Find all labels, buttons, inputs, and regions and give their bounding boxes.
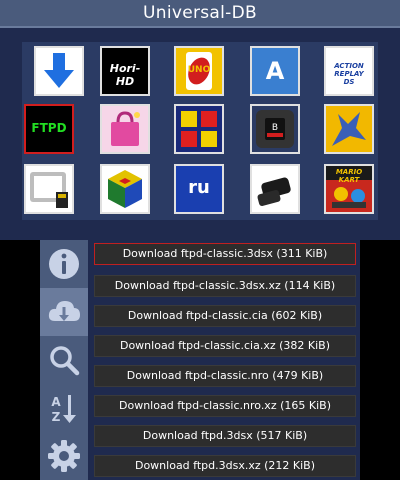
tile-four-squares[interactable] [174,104,224,154]
download-row[interactable]: Download ftpd-classic.3dsx.xz (114 KiB) [94,275,356,297]
four-colored-squares-icon [181,111,217,147]
game-console-device-icon [257,177,291,206]
kart-art-icon [332,187,366,208]
shopping-bag-icon [111,111,140,146]
letter-a-icon: A [265,57,285,85]
top-screen: Universal-DB Hori-HD UNO A ACTION REPLAY… [0,0,400,240]
info-button[interactable] [40,240,88,288]
tile-appstore[interactable]: A [250,46,300,96]
tile-ftpd[interactable]: FTPD [24,104,74,154]
tile-console-device[interactable] [250,164,300,214]
tile-n64-cube[interactable] [100,164,150,214]
tile-console-badge[interactable]: B [250,104,300,154]
uno-text: UNO [187,65,211,75]
n64-cube-icon [108,170,142,208]
action-replay-ds-logo-icon: ACTION REPLAY DS [334,62,364,86]
window-sd-card-icon [30,172,68,208]
download-row[interactable]: Download ftpd-classic.nro (479 KiB) [94,365,356,387]
ru-logo-icon: ru [188,177,210,198]
download-row[interactable]: Download ftpd.3dsx.xz (212 KiB) [94,455,356,477]
download-button[interactable] [40,288,88,336]
app-title: Universal-DB [143,3,257,23]
download-row[interactable]: Download ftpd.3dsx (517 KiB) [94,425,356,447]
cloud-download-icon [48,301,80,321]
download-row[interactable]: Download ftpd-classic.nro.xz (165 KiB) [94,395,356,417]
info-icon [49,249,79,279]
gear-icon [48,440,80,472]
tile-shop-bag[interactable] [100,104,150,154]
tile-mario-kart[interactable]: MARIO KART [324,164,374,214]
search-icon [50,346,80,376]
tile-blue-creature[interactable] [324,104,374,154]
hori-hd-logo-icon: Hori-HD [109,62,141,88]
download-row[interactable]: Download ftpd-classic.cia.xz (382 KiB) [94,335,356,357]
blue-creature-icon [332,112,366,146]
search-button[interactable] [40,336,88,384]
svg-text:A: A [51,395,61,409]
title-bar: Universal-DB [0,0,400,28]
console-badge-icon: B [256,110,294,148]
sort-az-icon: A Z [51,395,76,424]
bottom-screen: A Z Download ftpd-classic.3dsx (311 KiB) [40,240,360,480]
tile-window-sd[interactable] [24,164,74,214]
blue-download-arrow-icon [44,53,74,88]
svg-text:Z: Z [52,410,61,424]
tile-download-arrow[interactable] [34,46,84,96]
app-grid: Hori-HD UNO A ACTION REPLAY DS FTPD B ru… [22,42,378,220]
svg-text:B: B [272,123,278,133]
download-row[interactable]: Download ftpd-classic.3dsx (311 KiB) [94,243,356,265]
ftpd-icon: FTPD [31,121,67,135]
sidebar: A Z [40,240,88,480]
tile-uno[interactable]: UNO [174,46,224,96]
sort-button[interactable]: A Z [40,384,88,432]
tile-ru[interactable]: ru [174,164,224,214]
settings-button[interactable] [40,432,88,480]
tile-hori-hd[interactable]: Hori-HD [100,46,150,96]
download-row[interactable]: Download ftpd-classic.cia (602 KiB) [94,305,356,327]
tile-action-replay[interactable]: ACTION REPLAY DS [324,46,374,96]
